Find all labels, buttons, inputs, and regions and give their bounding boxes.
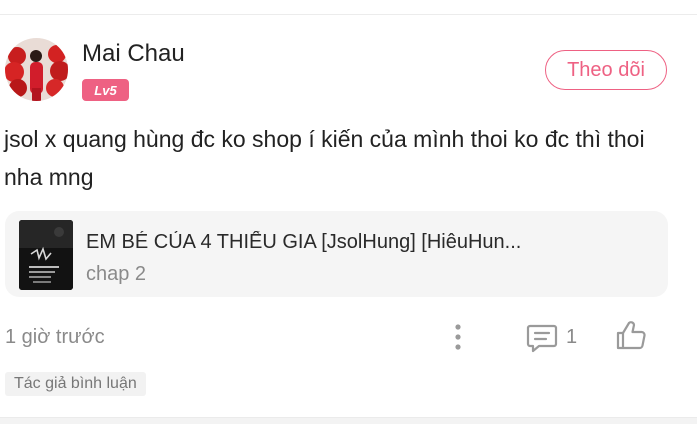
reply-icon[interactable] [525,320,559,354]
story-card[interactable]: EM BÉ CỦA 4 THIẾU GIA [JsolHung] [HiêuHu… [5,211,668,297]
comment-timestamp: 1 giờ trước [5,326,105,348]
username[interactable]: Mai Chau [82,40,185,68]
more-options-icon[interactable] [448,322,468,352]
comment-text: jsol x quang hùng đc ko shop í kiến của … [4,126,645,190]
level-badge: Lv5 [82,79,129,101]
reply-count: 1 [566,326,578,348]
story-chapter: chap 2 [86,263,147,285]
story-title: EM BÉ CỦA 4 THIẾU GIA [JsolHung] [HiêuHu… [86,231,522,253]
user-avatar[interactable] [5,38,68,101]
like-thumbs-up-icon[interactable] [612,318,648,354]
top-divider [0,14,697,15]
avatar-photo-icon [5,38,68,101]
author-comment-tag: Tác giả bình luận [5,372,146,396]
story-cover-icon [19,220,73,290]
follow-button[interactable]: Theo dõi [545,50,667,90]
